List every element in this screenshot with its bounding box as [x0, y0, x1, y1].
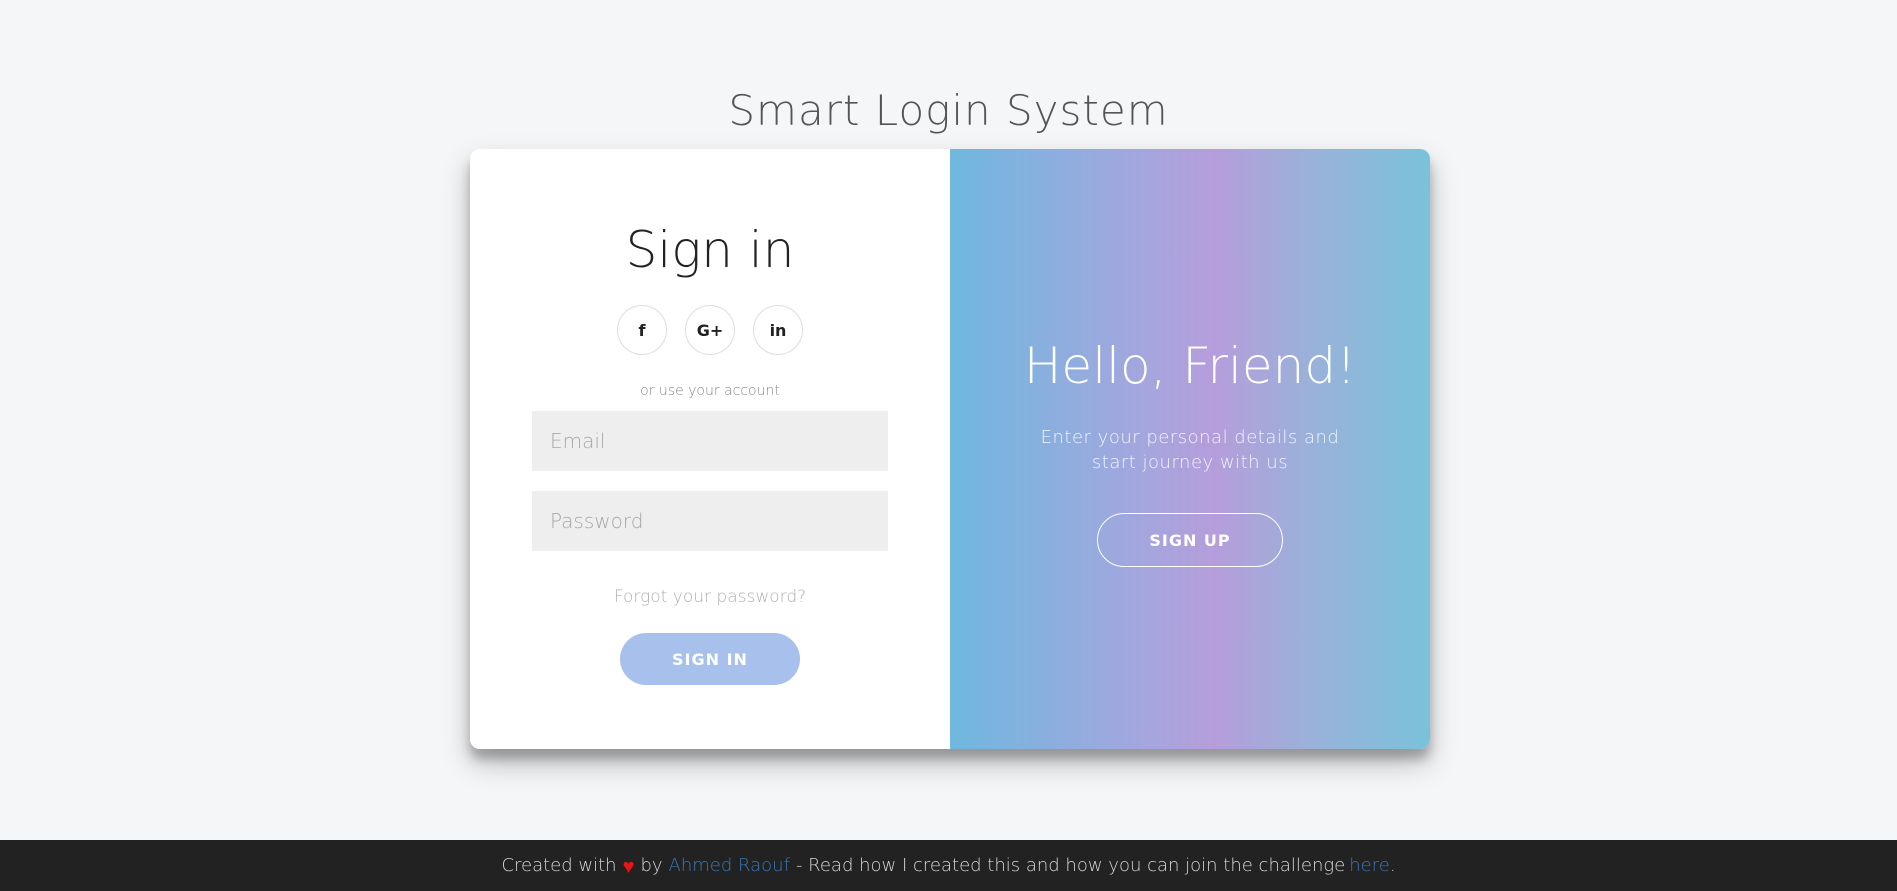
email-field[interactable]	[532, 411, 888, 471]
footer: Created with ♥ by Ahmed Raouf - Read how…	[0, 840, 1897, 891]
footer-by: by	[640, 855, 663, 876]
footer-prefix: Created with	[501, 855, 617, 876]
footer-link-wrap: here.	[1349, 855, 1395, 876]
welcome-text: Enter your personal details and start jo…	[1040, 427, 1340, 473]
author-link[interactable]: Ahmed Raouf	[669, 855, 790, 876]
sign-up-button[interactable]: SIGN UP	[1097, 513, 1283, 567]
footer-middle: - Read how I created this and how you ca…	[795, 855, 1346, 876]
signin-title: Sign in	[625, 221, 795, 279]
facebook-button[interactable]: f	[617, 305, 667, 355]
password-field[interactable]	[532, 491, 888, 551]
facebook-icon: f	[638, 320, 646, 340]
page-title: Smart Login System	[728, 86, 1169, 135]
linkedin-button[interactable]: in	[753, 305, 803, 355]
google-plus-icon: G+	[696, 320, 724, 340]
social-buttons: f G+ in	[617, 305, 803, 355]
forgot-password-link[interactable]: Forgot your password?	[614, 587, 806, 607]
challenge-link[interactable]: here	[1349, 855, 1390, 876]
signin-panel: Sign in f G+ in or use your account Forg…	[470, 149, 950, 749]
linkedin-icon: in	[769, 320, 787, 340]
welcome-title: Hello, Friend!	[1023, 337, 1357, 395]
login-card: Sign in f G+ in or use your account Forg…	[470, 149, 1430, 749]
google-plus-button[interactable]: G+	[685, 305, 735, 355]
welcome-panel: Hello, Friend! Enter your personal detai…	[950, 149, 1430, 749]
heart-icon: ♥	[622, 853, 635, 878]
alt-login-text: or use your account	[640, 383, 780, 399]
sign-in-button[interactable]: SIGN IN	[620, 633, 800, 685]
footer-suffix: .	[1389, 855, 1396, 876]
